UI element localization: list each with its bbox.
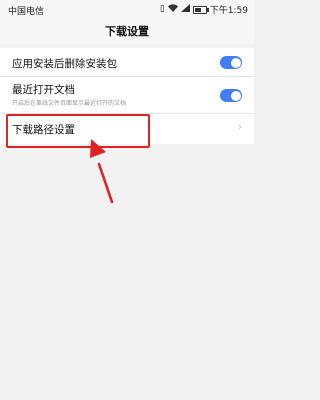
- status-icons: ▯ 下午1:59: [160, 3, 248, 16]
- carrier-label: 中国电信: [8, 7, 45, 17]
- setting-description: 开启后在离线文件页面显示最近打开的文档: [12, 100, 127, 107]
- status-bar: 中国电信 ▯ 下午1:59: [0, 0, 254, 20]
- setting-label: 最近打开文档: [12, 84, 75, 96]
- chevron-right-icon: ›: [238, 122, 242, 133]
- clock: 下午1:59: [209, 6, 248, 16]
- recent-docs-toggle[interactable]: [220, 89, 242, 102]
- toggle-knob: [230, 90, 241, 101]
- battery-fill: [194, 7, 201, 12]
- delete-apk-toggle[interactable]: [220, 56, 242, 69]
- setting-delete-apk[interactable]: 应用安装后删除安装包: [0, 48, 254, 77]
- signal-icon: [180, 4, 190, 15]
- toggle-knob: [230, 57, 241, 68]
- page-title: 下载设置: [0, 20, 254, 44]
- setting-label: 应用安装后删除安装包: [12, 58, 117, 70]
- wifi-icon: [167, 4, 178, 15]
- battery-icon: [192, 5, 209, 14]
- vibrate-icon: ▯: [159, 4, 165, 14]
- highlight-box: [6, 114, 150, 148]
- setting-recent-docs[interactable]: 最近打开文档 开启后在离线文件页面显示最近打开的文档: [0, 77, 254, 114]
